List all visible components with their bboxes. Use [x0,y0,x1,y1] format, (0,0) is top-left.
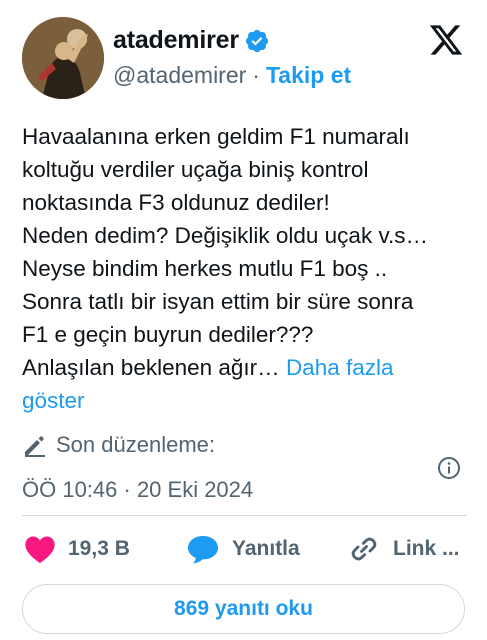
separator: · [252,62,260,88]
link-icon [351,537,377,561]
tweet-line: Sonra tatlı bir isyan ettim bir süre son… [22,289,414,314]
pencil-icon [25,436,45,457]
tweet-line: F1 e geçin buyrun dediler??? [22,322,314,347]
tweet-line-text: Anlaşılan beklenen ağır… [22,355,280,380]
timestamp[interactable]: ÖÖ 10:46 · 20 Eki 2024 [22,477,253,503]
follow-button[interactable]: Takip et [266,62,351,88]
info-icon[interactable] [437,456,461,480]
tweet-line: Neyse bindim herkes mutlu F1 boş .. [22,256,388,281]
like-button[interactable]: 19,3 B [24,533,130,565]
reply-bubble-icon [188,536,218,564]
reply-button[interactable]: Yanıtla [186,533,300,565]
tweet-line: Havaalanına erken geldim F1 numaralı [22,124,410,149]
divider [22,515,467,516]
edited-label: Son düzenleme: [56,432,215,457]
show-more-link[interactable]: Daha fazla [286,355,394,380]
tweet-card: atademirer @atademirer · Takip et Havaalan… [0,0,487,640]
copy-link-label: Link ... [393,537,460,560]
x-logo-icon[interactable] [427,22,465,58]
heart-icon [25,536,55,564]
tweet-line: koltuğu verdiler uçağa biniş kontrol [22,157,369,182]
read-replies-button[interactable]: 869 yanıtı oku [22,584,465,634]
author-handle[interactable]: @atademirer [113,62,246,88]
copy-link-button[interactable]: Link ... [347,533,460,565]
avatar[interactable] [22,17,104,99]
author-name[interactable]: atademirer [113,26,239,55]
show-more-link-continued[interactable]: göster [22,384,467,417]
tweet-line-last: Anlaşılan beklenen ağır… Daha fazla [22,351,467,384]
edited-indicator[interactable]: Son düzenleme: [22,432,215,458]
reply-label: Yanıtla [232,537,300,560]
tweet-line: Neden dedim? Değişiklik oldu uçak v.s… [22,223,429,248]
tweet-line: noktasında F3 oldunuz dediler! [22,190,330,215]
verified-badge-icon [245,29,269,53]
like-count: 19,3 B [68,537,130,560]
tweet-text: Havaalanına erken geldim F1 numaralı kol… [22,120,467,417]
handle-row: @atademirer · Takip et [113,62,351,89]
